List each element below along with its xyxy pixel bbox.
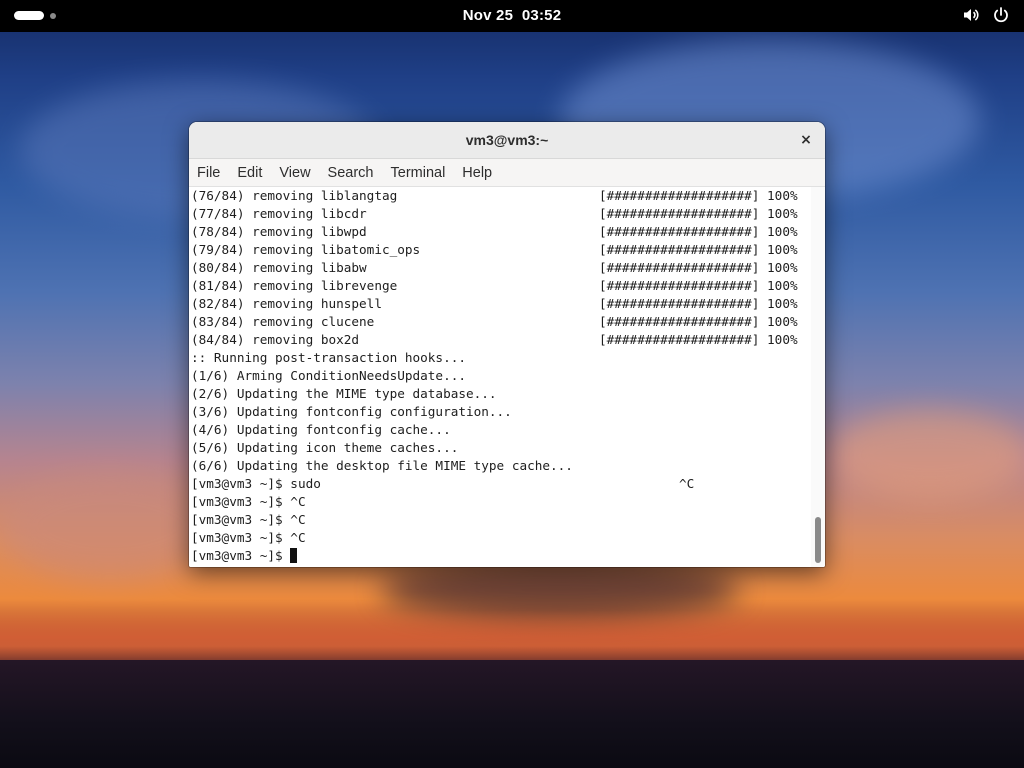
top-bar: Nov 25 03:52 bbox=[0, 0, 1024, 32]
terminal-line-text: (3/6) Updating fontconfig configuration.… bbox=[191, 404, 512, 419]
terminal-prompt-line[interactable]: [vm3@vm3 ~]$ bbox=[191, 547, 811, 565]
terminal-window[interactable]: vm3@vm3:~ × File Edit View Search Termin… bbox=[189, 122, 825, 567]
terminal-line-text: :: Running post-transaction hooks... bbox=[191, 350, 466, 365]
menu-edit[interactable]: Edit bbox=[237, 165, 262, 181]
terminal-line-text: (76/84) removing liblangtag bbox=[191, 188, 398, 203]
clock[interactable]: Nov 25 03:52 bbox=[0, 7, 1024, 24]
menu-view[interactable]: View bbox=[279, 165, 310, 181]
terminal-line-text: [vm3@vm3 ~]$ ^C bbox=[191, 512, 306, 527]
scrollbar[interactable] bbox=[811, 187, 825, 567]
terminal-line: (81/84) removing librevenge [############… bbox=[191, 277, 811, 295]
terminal-line-text: (80/84) removing libabw bbox=[191, 260, 367, 275]
terminal-line-text: (78/84) removing libwpd bbox=[191, 224, 367, 239]
terminal-prompt: [vm3@vm3 ~]$ bbox=[191, 548, 291, 563]
terminal-line: (79/84) removing libatomic_ops [#########… bbox=[191, 241, 811, 259]
menu-terminal[interactable]: Terminal bbox=[391, 165, 446, 181]
terminal-line-text: (4/6) Updating fontconfig cache... bbox=[191, 422, 451, 437]
wallpaper-cloud bbox=[830, 410, 1024, 500]
scrollbar-thumb[interactable] bbox=[815, 517, 821, 563]
terminal-line: (3/6) Updating fontconfig configuration.… bbox=[191, 403, 811, 421]
terminal-line: (2/6) Updating the MIME type database... bbox=[191, 385, 811, 403]
menu-help[interactable]: Help bbox=[462, 165, 492, 181]
terminal-line-text: (6/6) Updating the desktop file MIME typ… bbox=[191, 458, 573, 473]
terminal-line: (1/6) Arming ConditionNeedsUpdate... bbox=[191, 367, 811, 385]
power-icon[interactable] bbox=[992, 6, 1010, 24]
terminal-line: (6/6) Updating the desktop file MIME typ… bbox=[191, 457, 811, 475]
terminal-line: [vm3@vm3 ~]$ sudo ^C bbox=[191, 475, 811, 493]
terminal-line-text: [vm3@vm3 ~]$ sudo bbox=[191, 476, 321, 491]
terminal-line-right: [###################] 100% bbox=[599, 332, 798, 347]
terminal-cursor bbox=[290, 548, 298, 563]
wallpaper-cloud bbox=[0, 470, 220, 580]
wallpaper-sea bbox=[0, 660, 1024, 768]
terminal-line-right: [###################] 100% bbox=[599, 260, 798, 275]
terminal-line-right: [###################] 100% bbox=[599, 206, 798, 221]
terminal-line: (82/84) removing hunspell [##############… bbox=[191, 295, 811, 313]
terminal-line-text: (1/6) Arming ConditionNeedsUpdate... bbox=[191, 368, 466, 383]
system-tray[interactable] bbox=[962, 6, 1010, 24]
terminal-line-right: [###################] 100% bbox=[599, 314, 798, 329]
terminal-line-text: (82/84) removing hunspell bbox=[191, 296, 382, 311]
terminal-line-right: [###################] 100% bbox=[599, 296, 798, 311]
terminal-line: :: Running post-transaction hooks... bbox=[191, 349, 811, 367]
terminal-line-text: (83/84) removing clucene bbox=[191, 314, 375, 329]
menu-file[interactable]: File bbox=[197, 165, 220, 181]
menu-search[interactable]: Search bbox=[328, 165, 374, 181]
terminal-line-right: [###################] 100% bbox=[599, 278, 798, 293]
terminal-line: (83/84) removing clucene [###############… bbox=[191, 313, 811, 331]
menu-bar: File Edit View Search Terminal Help bbox=[189, 159, 825, 187]
terminal-line-right: ^C bbox=[679, 476, 695, 491]
terminal-line-right: [###################] 100% bbox=[599, 188, 798, 203]
terminal-line-text: (81/84) removing librevenge bbox=[191, 278, 398, 293]
volume-icon[interactable] bbox=[962, 6, 980, 24]
terminal-line-text: (79/84) removing libatomic_ops bbox=[191, 242, 421, 257]
terminal-line-text: [vm3@vm3 ~]$ ^C bbox=[191, 494, 306, 509]
terminal-output[interactable]: (76/84) removing liblangtag [############… bbox=[189, 187, 811, 567]
terminal-line-right: [###################] 100% bbox=[599, 224, 798, 239]
terminal-line: (5/6) Updating icon theme caches... bbox=[191, 439, 811, 457]
terminal-line: (76/84) removing liblangtag [############… bbox=[191, 187, 811, 205]
terminal-line: (80/84) removing libabw [################… bbox=[191, 259, 811, 277]
terminal-line: (78/84) removing libwpd [################… bbox=[191, 223, 811, 241]
clock-date: Nov 25 bbox=[462, 7, 514, 24]
terminal-line-right: [###################] 100% bbox=[599, 242, 798, 257]
window-title: vm3@vm3:~ bbox=[465, 132, 549, 148]
close-icon: × bbox=[800, 132, 812, 148]
terminal-line-text: (5/6) Updating icon theme caches... bbox=[191, 440, 459, 455]
close-button[interactable]: × bbox=[797, 131, 815, 149]
terminal-line: (84/84) removing box2d [#################… bbox=[191, 331, 811, 349]
terminal-line: [vm3@vm3 ~]$ ^C bbox=[191, 529, 811, 547]
window-titlebar[interactable]: vm3@vm3:~ × bbox=[189, 122, 825, 159]
terminal-line: (77/84) removing libcdr [################… bbox=[191, 205, 811, 223]
terminal-line: [vm3@vm3 ~]$ ^C bbox=[191, 493, 811, 511]
terminal-line-text: (2/6) Updating the MIME type database... bbox=[191, 386, 497, 401]
terminal-line-text: [vm3@vm3 ~]$ ^C bbox=[191, 530, 306, 545]
clock-time: 03:52 bbox=[521, 7, 562, 24]
terminal-line: [vm3@vm3 ~]$ ^C bbox=[191, 511, 811, 529]
terminal-line: (4/6) Updating fontconfig cache... bbox=[191, 421, 811, 439]
terminal-line-text: (84/84) removing box2d bbox=[191, 332, 360, 347]
terminal-line-text: (77/84) removing libcdr bbox=[191, 206, 367, 221]
